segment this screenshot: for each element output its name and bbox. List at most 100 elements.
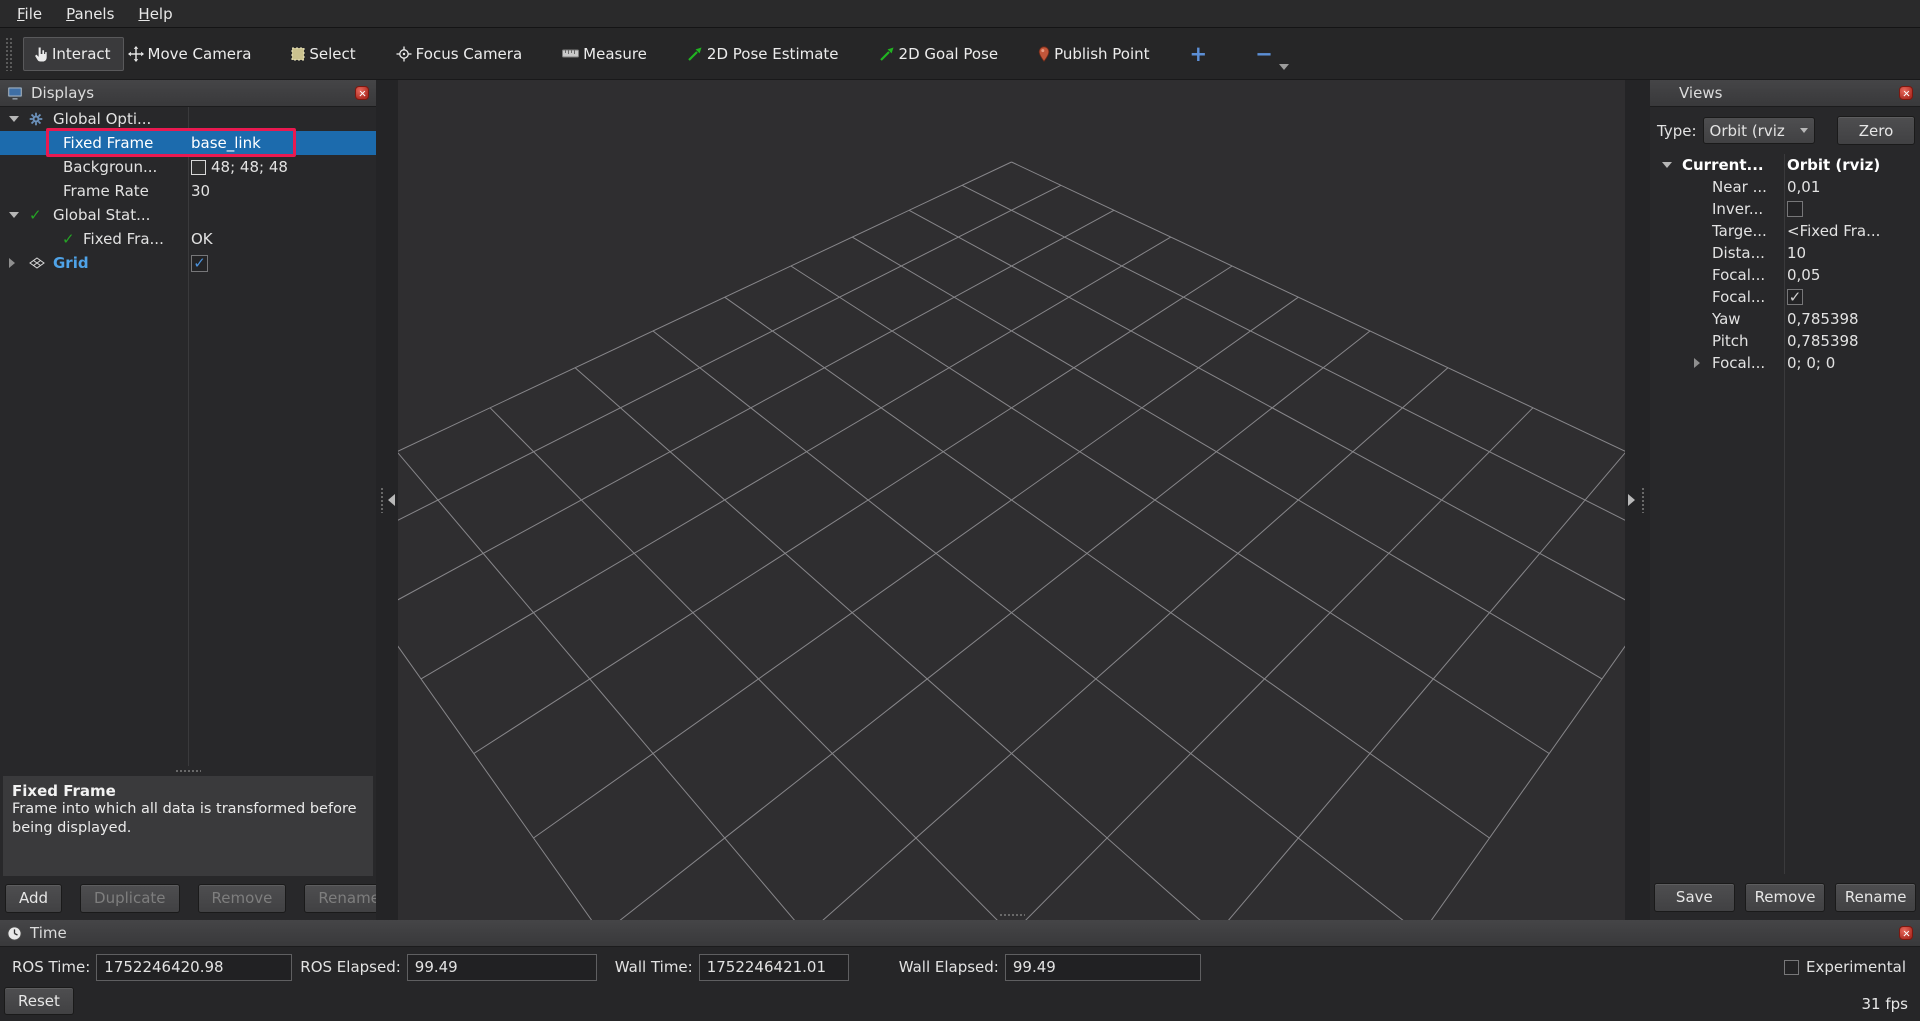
tree-value-cell[interactable]: 0,01 — [1784, 178, 1920, 196]
tree-value-cell[interactable]: 0; 0; 0 — [1784, 354, 1920, 372]
tree-value-cell[interactable]: 10 — [1784, 244, 1920, 262]
save-button[interactable]: Save — [1654, 883, 1735, 912]
menu-file[interactable]: File — [12, 3, 47, 25]
collapse-left-icon[interactable] — [388, 494, 395, 506]
add-tool-button[interactable]: + — [1190, 42, 1208, 66]
toolbar-drag-handle[interactable] — [5, 37, 13, 71]
tree-row-backgroun[interactable]: Backgroun...48; 48; 48 — [0, 155, 376, 179]
checkbox-checked[interactable]: ✓ — [191, 255, 208, 272]
close-icon[interactable] — [1899, 926, 1913, 940]
view-property-pitch[interactable]: Pitch0,785398 — [1650, 330, 1920, 352]
view-property-focal[interactable]: Focal...0; 0; 0 — [1650, 352, 1920, 374]
tree-value: base_link — [191, 134, 261, 152]
experimental-label: Experimental — [1806, 958, 1906, 976]
add-button[interactable]: Add — [5, 884, 62, 913]
tree-row-fixed-frame[interactable]: Fixed Framebase_link — [0, 131, 376, 155]
tree-label-cell: Targe... — [1650, 220, 1784, 242]
view-property-current[interactable]: Current...Orbit (rviz) — [1650, 154, 1920, 176]
expander-right-icon[interactable] — [9, 258, 15, 268]
tree-value-cell[interactable]: 0,785398 — [1784, 332, 1920, 350]
remove-tool-button[interactable]: − — [1255, 42, 1273, 66]
tree-value-cell[interactable]: 48; 48; 48 — [188, 158, 376, 176]
zero-button[interactable]: Zero — [1837, 116, 1915, 145]
tree-value-cell[interactable]: Orbit (rviz) — [1784, 156, 1920, 174]
tree-label: Fixed Fra... — [0, 230, 164, 248]
drag-dots-icon — [1641, 487, 1645, 513]
time-field-value[interactable]: 1752246421.01 — [699, 954, 849, 981]
menu-help[interactable]: Help — [133, 3, 177, 25]
tree-row-grid[interactable]: Grid✓ — [0, 251, 376, 275]
time-field-value[interactable]: 99.49 — [1005, 954, 1201, 981]
tool-select[interactable]: Select — [291, 45, 355, 63]
tree-value-cell[interactable]: OK — [188, 230, 376, 248]
panel-splitter-handle[interactable] — [0, 766, 376, 776]
time-group-ros-elapsed: ROS Elapsed:99.49 — [300, 954, 597, 981]
reset-button[interactable]: Reset — [4, 987, 74, 1015]
collapse-right-icon[interactable] — [1628, 494, 1635, 506]
close-icon[interactable] — [1899, 86, 1913, 100]
expander-right-icon[interactable] — [1694, 358, 1700, 368]
tree-row-global-opti[interactable]: Global Opti... — [0, 107, 376, 131]
tree-value-cell[interactable]: <Fixed Fra... — [1784, 222, 1920, 240]
view-property-targe[interactable]: Targe...<Fixed Fra... — [1650, 220, 1920, 242]
3d-viewport[interactable] — [398, 80, 1625, 920]
tree-label-cell: Pitch — [1650, 330, 1784, 352]
expander-down-icon[interactable] — [9, 116, 19, 122]
check-mark: ✓ — [193, 256, 206, 271]
tool-2d-pose-estimate[interactable]: 2D Pose Estimate — [687, 45, 839, 63]
view-property-focal[interactable]: Focal...0,05 — [1650, 264, 1920, 286]
view-property-inver[interactable]: Inver... — [1650, 198, 1920, 220]
tree-value-cell[interactable] — [1784, 201, 1920, 217]
displays-panel-titlebar[interactable]: Displays — [0, 80, 376, 107]
tree-value: 30 — [191, 182, 210, 200]
tool-2d-goal-pose[interactable]: 2D Goal Pose — [879, 45, 999, 63]
views-panel-titlebar[interactable]: Views — [1650, 80, 1920, 107]
viewport-bottom-handle[interactable] — [999, 913, 1025, 917]
expander-down-icon[interactable] — [1662, 162, 1672, 168]
tree-value-cell[interactable]: ✓ — [188, 255, 376, 272]
view-property-focal[interactable]: Focal...✓ — [1650, 286, 1920, 308]
dock-splitter-right[interactable] — [1625, 80, 1650, 920]
tool-measure[interactable]: Measure — [562, 45, 647, 63]
menu-panels[interactable]: Panels — [61, 3, 119, 25]
views-tree: Current...Orbit (rviz)Near ...0,01Inver.… — [1650, 154, 1920, 874]
checkbox-unchecked[interactable] — [1787, 201, 1803, 217]
tree-label-cell: Inver... — [1650, 198, 1784, 220]
chevron-down-icon[interactable] — [1279, 64, 1289, 70]
toolbar: InteractMove Camera Select Focus Camera Mea… — [0, 28, 1920, 80]
color-swatch[interactable] — [191, 160, 206, 175]
rename-button[interactable]: Rename — [1835, 883, 1916, 912]
tree-value: 0,05 — [1787, 266, 1820, 284]
tree-value-cell[interactable]: 30 — [188, 182, 376, 200]
tree-label-cell: Focal... — [1650, 264, 1784, 286]
dock-splitter-left[interactable] — [376, 80, 398, 920]
tree-value-cell[interactable]: 0,785398 — [1784, 310, 1920, 328]
tool-publish-point[interactable]: Publish Point — [1038, 45, 1149, 63]
tree-value: 0,785398 — [1787, 332, 1859, 350]
tree-row-global-stat[interactable]: ✓Global Stat... — [0, 203, 376, 227]
tree-row-frame-rate[interactable]: Frame Rate30 — [0, 179, 376, 203]
tool-focus-camera[interactable]: Focus Camera — [396, 45, 522, 63]
remove-button[interactable]: Remove — [1745, 883, 1826, 912]
tree-row-fixed-fra[interactable]: ✓Fixed Fra...OK — [0, 227, 376, 251]
tool-interact[interactable]: Interact — [23, 37, 124, 71]
tree-label: Global Opti... — [0, 110, 151, 128]
time-panel-titlebar[interactable]: Time — [0, 920, 1920, 947]
tree-value-cell[interactable]: base_link — [188, 134, 376, 152]
view-type-dropdown[interactable]: Orbit (rviz — [1703, 117, 1815, 144]
time-field-value[interactable]: 99.49 — [407, 954, 597, 981]
expander-down-icon[interactable] — [9, 212, 19, 218]
close-icon[interactable] — [355, 86, 369, 100]
time-panel-title: Time — [30, 924, 1899, 942]
time-field-value[interactable]: 1752246420.98 — [96, 954, 292, 981]
time-field-label: Wall Time: — [615, 958, 693, 976]
tree-value-cell[interactable]: ✓ — [1784, 289, 1920, 305]
displays-button-row: AddDuplicateRemoveRename — [0, 876, 376, 920]
view-property-dista[interactable]: Dista...10 — [1650, 242, 1920, 264]
checkbox-checked[interactable]: ✓ — [1787, 289, 1803, 305]
view-property-near[interactable]: Near ...0,01 — [1650, 176, 1920, 198]
tool-move-camera[interactable]: Move Camera — [128, 45, 252, 63]
tree-value-cell[interactable]: 0,05 — [1784, 266, 1920, 284]
view-property-yaw[interactable]: Yaw0,785398 — [1650, 308, 1920, 330]
experimental-checkbox[interactable] — [1784, 960, 1799, 975]
